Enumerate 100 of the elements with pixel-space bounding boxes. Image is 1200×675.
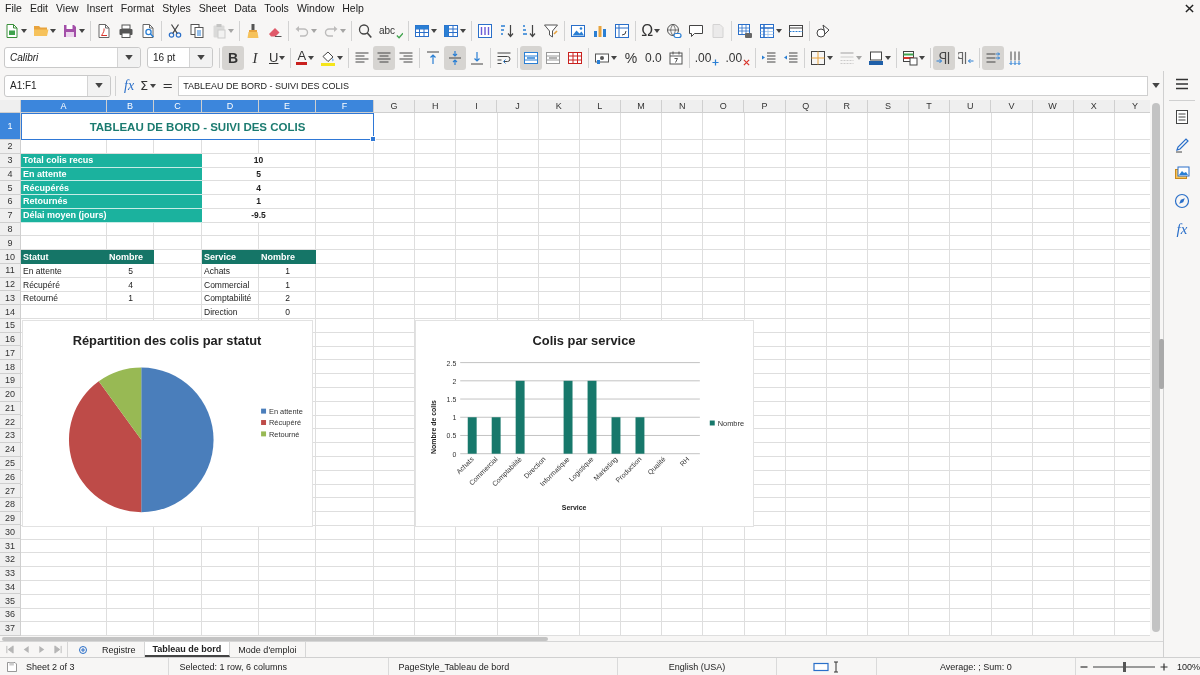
menu-item[interactable]: Tools bbox=[260, 0, 293, 17]
dropdown-button[interactable] bbox=[87, 75, 110, 96]
slider-thumb[interactable] bbox=[1123, 661, 1126, 672]
menu-item[interactable]: Window bbox=[292, 0, 339, 17]
plus-icon[interactable] bbox=[78, 644, 88, 655]
font-color-button[interactable]: A bbox=[293, 45, 318, 70]
row-header[interactable]: 9 bbox=[0, 236, 21, 251]
column-header[interactable]: P bbox=[744, 100, 786, 113]
row-header[interactable]: 19 bbox=[0, 374, 21, 388]
speech-bubble-icon bbox=[688, 22, 705, 39]
sheet-tab[interactable]: Registre bbox=[94, 642, 145, 657]
column-header[interactable]: H bbox=[415, 100, 457, 113]
vertical-scrollbar[interactable] bbox=[1152, 103, 1160, 632]
column-header[interactable]: I bbox=[456, 100, 498, 113]
column-header[interactable]: V bbox=[991, 100, 1033, 113]
row-header[interactable]: 18 bbox=[0, 360, 21, 374]
text-left-to-right-button[interactable] bbox=[982, 45, 1005, 70]
close-icon[interactable] bbox=[1185, 4, 1194, 13]
menu-item[interactable]: Edit bbox=[25, 0, 52, 17]
italic-button[interactable]: I bbox=[244, 45, 266, 70]
column-header[interactable]: M bbox=[620, 100, 663, 113]
column-header[interactable]: F bbox=[316, 100, 374, 113]
delete-decimal-button[interactable]: .00 bbox=[722, 45, 754, 70]
column-header[interactable]: Y bbox=[1114, 100, 1150, 113]
center-vertically-button[interactable] bbox=[444, 45, 467, 70]
row-header[interactable]: 2 bbox=[0, 140, 21, 154]
plus-icon[interactable] bbox=[1160, 662, 1168, 671]
underline-button[interactable]: U bbox=[266, 45, 289, 70]
menu-item[interactable]: View bbox=[52, 0, 83, 17]
sidebar-handle[interactable] bbox=[1159, 339, 1164, 389]
column-header[interactable]: K bbox=[538, 100, 580, 113]
column-header[interactable]: S bbox=[867, 100, 910, 113]
menu-item[interactable]: Data bbox=[230, 0, 261, 17]
dropdown-button[interactable] bbox=[189, 48, 212, 67]
special-character-button[interactable]: Ω bbox=[638, 18, 664, 43]
row-header[interactable]: 26 bbox=[0, 470, 21, 485]
row-header[interactable]: 10 bbox=[0, 250, 21, 264]
column-header[interactable]: D bbox=[202, 100, 259, 113]
merge-center-button[interactable] bbox=[520, 45, 543, 70]
column-header[interactable]: U bbox=[950, 100, 992, 113]
compass-icon[interactable] bbox=[1174, 193, 1190, 209]
row-header[interactable]: 17 bbox=[0, 346, 21, 361]
sheet-tab[interactable]: Mode d'emploi bbox=[230, 642, 306, 657]
standard-format-button[interactable]: 0.0 bbox=[642, 45, 665, 70]
menu-item[interactable]: Format bbox=[116, 0, 159, 17]
row-header[interactable]: 13 bbox=[0, 291, 21, 306]
horizontal-scrollbar[interactable] bbox=[2, 636, 548, 641]
row-header[interactable]: 31 bbox=[0, 539, 21, 553]
row-header[interactable]: 30 bbox=[0, 525, 21, 540]
row-header[interactable]: 22 bbox=[0, 415, 21, 430]
font-name-combobox[interactable]: Calibri bbox=[4, 47, 141, 68]
row-header[interactable]: 6 bbox=[0, 195, 21, 209]
row-header[interactable]: 5 bbox=[0, 181, 21, 196]
properties-icon[interactable] bbox=[1174, 109, 1190, 125]
zoom-percent[interactable]: 100% bbox=[1177, 661, 1200, 672]
selection-mode-icon[interactable] bbox=[813, 661, 830, 672]
row-header[interactable]: 23 bbox=[0, 429, 21, 443]
functions-button[interactable]: fx bbox=[1176, 221, 1188, 237]
row-header[interactable]: 36 bbox=[0, 608, 21, 622]
spelling-button[interactable]: abc bbox=[376, 18, 407, 43]
row-header[interactable]: 1 bbox=[0, 113, 21, 140]
column-header[interactable]: G bbox=[374, 100, 416, 113]
percent-button[interactable]: % bbox=[620, 45, 643, 70]
menu-icon[interactable] bbox=[1174, 76, 1190, 92]
column-header[interactable]: W bbox=[1032, 100, 1074, 113]
sheet-tab[interactable]: Tableau de bord bbox=[144, 642, 231, 657]
column-header[interactable]: C bbox=[154, 100, 202, 113]
column-header[interactable]: N bbox=[662, 100, 704, 113]
menu-item[interactable]: Sheet bbox=[194, 0, 231, 17]
menu-item[interactable]: Help bbox=[338, 0, 368, 17]
formula-button[interactable]: = bbox=[159, 74, 177, 97]
column-header[interactable]: O bbox=[703, 100, 745, 113]
fill-handle[interactable] bbox=[370, 136, 376, 142]
column-header[interactable]: E bbox=[259, 100, 316, 113]
function-wizard-button[interactable]: fx bbox=[121, 74, 138, 97]
menu-item[interactable]: Styles bbox=[158, 0, 195, 17]
font-size-combobox[interactable]: 16 pt bbox=[147, 47, 213, 68]
menu-item[interactable]: Insert bbox=[82, 0, 117, 17]
formula-input[interactable]: TABLEAU DE BORD - SUIVI DES COLIS bbox=[178, 75, 1148, 96]
column-header[interactable]: R bbox=[826, 100, 868, 113]
column-header[interactable]: J bbox=[497, 100, 539, 113]
pen-icon[interactable] bbox=[1174, 137, 1190, 153]
row-header[interactable]: 14 bbox=[0, 305, 21, 319]
left-to-right-button[interactable] bbox=[933, 45, 956, 70]
column-header[interactable]: T bbox=[909, 100, 951, 113]
column-header[interactable]: L bbox=[579, 100, 621, 113]
sum-button[interactable]: Σ bbox=[137, 74, 160, 97]
text-cursor-icon[interactable] bbox=[833, 660, 840, 673]
bold-button[interactable]: B bbox=[222, 45, 244, 70]
row-header[interactable]: 35 bbox=[0, 594, 21, 609]
column-header[interactable]: A bbox=[21, 100, 107, 113]
dropdown-button[interactable] bbox=[117, 48, 140, 67]
add-decimal-button[interactable]: .00 bbox=[691, 45, 723, 70]
gallery-icon[interactable] bbox=[1174, 165, 1190, 181]
column-header[interactable]: X bbox=[1073, 100, 1115, 113]
menu-item[interactable]: File bbox=[1, 0, 26, 17]
column-header[interactable]: B bbox=[107, 100, 154, 113]
row-header[interactable]: 27 bbox=[0, 484, 21, 498]
column-header[interactable]: Q bbox=[785, 100, 827, 113]
name-box[interactable]: A1:F1 bbox=[4, 74, 111, 97]
